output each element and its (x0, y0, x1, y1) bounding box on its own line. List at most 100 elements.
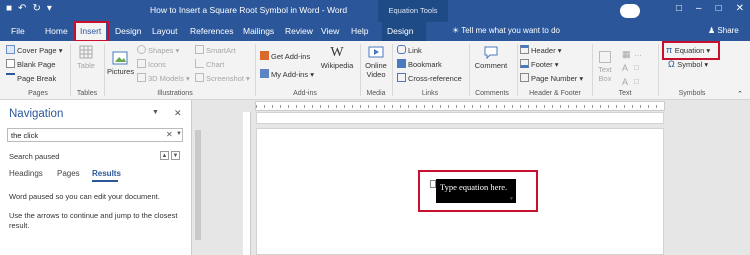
date-time-icon[interactable]: □ (634, 63, 639, 72)
header-button[interactable]: Header ▾ (520, 45, 561, 55)
screenshot-button[interactable]: Screenshot ▾ (195, 73, 250, 83)
collapse-ribbon-icon[interactable]: ⌃ (737, 90, 743, 98)
get-addins-button[interactable]: Get Add-ins (260, 51, 310, 61)
store-icon (260, 51, 269, 60)
blank-page-button[interactable]: Blank Page (6, 59, 55, 69)
shapes-label: Shapes (148, 46, 174, 55)
horizontal-ruler[interactable] (255, 101, 665, 111)
shapes-icon (137, 45, 146, 54)
minimize-icon[interactable]: – (696, 3, 702, 14)
tab-view[interactable]: View (316, 22, 344, 41)
table-label: Table (77, 61, 95, 70)
smartart-icon (195, 45, 204, 54)
tell-me-label: Tell me what you want to do (461, 26, 560, 35)
wikipedia-icon: W (330, 45, 344, 60)
drop-cap-icon[interactable]: A (622, 77, 628, 87)
clear-search-icon[interactable]: ✕ (166, 130, 173, 139)
group-separator (658, 44, 659, 96)
tell-me-search[interactable]: ☀ Tell me what you want to do (452, 26, 560, 35)
cover-page-icon (6, 45, 15, 54)
link-button[interactable]: Link (397, 45, 422, 55)
lightbulb-icon: ☀ (452, 26, 462, 35)
ribbon-display-options-icon[interactable]: □ (676, 3, 682, 14)
icons-button[interactable]: Icons (137, 59, 166, 69)
get-addins-label: Get Add-ins (271, 52, 311, 61)
smartart-button[interactable]: SmartArt (195, 45, 236, 55)
highlight-equation-button (662, 41, 720, 60)
scroll-thumb[interactable] (195, 130, 201, 240)
my-addins-button[interactable]: My Add-ins ▾ (260, 69, 314, 79)
3d-models-button[interactable]: 3D Models ▾ (137, 73, 190, 83)
pane-options-icon[interactable]: ▼ (152, 109, 159, 116)
cube-icon (137, 73, 146, 82)
previous-result-icon[interactable]: ▲ (160, 151, 169, 160)
page-break-label: Page Break (17, 74, 57, 83)
result-arrows: ▲ ▼ (160, 151, 180, 160)
tab-layout[interactable]: Layout (147, 22, 183, 41)
tab-references[interactable]: References (185, 22, 238, 41)
signature-line-icon[interactable]: … (634, 49, 642, 58)
text-tools-icon[interactable]: ▦ (622, 49, 631, 60)
navigation-scrollbar[interactable] (193, 112, 203, 255)
share-label: Share (717, 26, 739, 35)
search-options-icon[interactable]: ▼ (176, 131, 182, 137)
redo-icon[interactable]: ↻ (32, 3, 40, 14)
pictures-button[interactable]: Pictures (107, 51, 134, 76)
group-separator (360, 44, 361, 96)
maximize-icon[interactable]: □ (716, 3, 722, 14)
equation-tools-context-label: Equation Tools (378, 0, 448, 22)
tab-headings[interactable]: Headings (9, 169, 43, 178)
tab-design[interactable]: Design (110, 22, 146, 41)
tab-help[interactable]: Help (346, 22, 373, 41)
tab-results[interactable]: Results (92, 169, 121, 178)
highlight-equation-box (418, 170, 538, 212)
customize-qat-icon[interactable]: ▾ (47, 3, 52, 14)
page-number-icon (520, 73, 529, 82)
page-break-icon (6, 73, 15, 82)
cross-reference-button[interactable]: Cross-reference (397, 73, 462, 83)
search-input[interactable]: the click ✕ ▼ (7, 128, 183, 142)
footer-button[interactable]: Footer ▾ (520, 59, 559, 69)
share-button[interactable]: ♟ Share (708, 26, 739, 35)
tab-home[interactable]: Home (40, 22, 73, 41)
person-icon: ♟ (708, 26, 718, 35)
object-icon[interactable]: □ (634, 77, 639, 86)
group-label-header-footer: Header & Footer (529, 90, 581, 97)
page-number-button[interactable]: Page Number ▾ (520, 73, 583, 83)
tab-equation-design[interactable]: Design (382, 22, 426, 41)
group-separator (70, 44, 71, 96)
wordart-icon[interactable]: A (622, 63, 628, 73)
blank-page-label: Blank Page (17, 60, 56, 69)
bookmark-button[interactable]: Bookmark (397, 59, 442, 69)
shapes-button[interactable]: Shapes ▾ (137, 45, 179, 55)
wikipedia-button[interactable]: W Wikipedia (320, 45, 354, 70)
group-label-pages: Pages (28, 90, 48, 97)
tab-pages[interactable]: Pages (57, 169, 80, 178)
group-label-tables: Tables (76, 90, 98, 97)
next-result-icon[interactable]: ▼ (171, 151, 180, 160)
group-label-addins: Add-ins (293, 90, 317, 97)
page-break-button[interactable]: Page Break (6, 73, 56, 83)
tab-file[interactable]: File (6, 22, 30, 41)
undo-icon[interactable]: ↶ (18, 3, 26, 14)
cover-page-label: Cover Page (17, 46, 57, 55)
online-video-button[interactable]: Online Video (363, 45, 389, 79)
video-icon (368, 46, 384, 58)
comment-button[interactable]: Comment (474, 45, 508, 70)
previous-page (256, 112, 664, 124)
cover-page-button[interactable]: Cover Page ▾ (6, 45, 62, 55)
text-box-button[interactable]: Text Box (595, 51, 615, 83)
search-value: the click (11, 131, 39, 140)
blank-page-icon (6, 59, 15, 68)
table-button[interactable]: Table (74, 45, 98, 70)
tab-review[interactable]: Review (280, 22, 318, 41)
icons-label: Icons (148, 60, 166, 69)
symbol-button[interactable]: Ω Symbol ▾ (668, 59, 708, 69)
tab-mailings[interactable]: Mailings (238, 22, 279, 41)
close-icon[interactable]: ✕ (736, 3, 744, 14)
save-icon[interactable]: ■ (6, 3, 12, 14)
close-icon[interactable]: ✕ (174, 108, 182, 119)
cross-reference-icon (397, 73, 406, 82)
user-avatar[interactable] (620, 4, 640, 18)
chart-button[interactable]: Chart (195, 59, 224, 69)
